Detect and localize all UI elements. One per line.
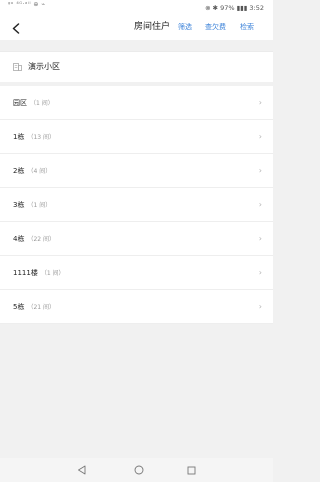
chevron-right-icon: › <box>258 268 262 277</box>
list-item[interactable]: 4栋 （22 间） › <box>0 222 273 256</box>
community-name: 演示小区 <box>28 62 60 71</box>
page-title: 房间住户 <box>134 22 171 32</box>
triangle-back-icon <box>77 465 85 475</box>
screen: ᵍᵒ ⁴ᴳ·ᵃⁱˡ ⊕ ⌁ ⊗ ✱ 97% ▮▮▮ 3:52 房间住户 筛选 查… <box>0 0 273 482</box>
nav-back-button[interactable] <box>74 463 88 477</box>
building-icon <box>13 63 22 71</box>
room-count: （21 间） <box>27 304 56 311</box>
building-name: 4栋 （22 间） <box>13 235 56 243</box>
room-count: （1 间） <box>40 270 65 277</box>
room-count: （1 间） <box>27 202 52 209</box>
building-name: 5栋 （21 间） <box>13 303 56 311</box>
community-header: 演示小区 <box>0 51 273 82</box>
chevron-right-icon: › <box>258 132 262 141</box>
nav-recents-button[interactable] <box>184 463 198 477</box>
arrears-button[interactable]: 查欠费 <box>205 22 226 32</box>
list-item[interactable]: 园区 （1 间） › <box>0 86 273 120</box>
header: 房间住户 筛选 查欠费 检索 <box>0 16 273 40</box>
circle-home-icon <box>134 465 144 475</box>
square-recents-icon <box>187 466 195 474</box>
list-item[interactable]: 5栋 （21 间） › <box>0 290 273 324</box>
building-name: 3栋 （1 间） <box>13 201 52 209</box>
filter-button[interactable]: 筛选 <box>178 22 192 32</box>
back-button[interactable] <box>6 16 26 40</box>
room-count: （1 间） <box>30 100 54 107</box>
nav-home-button[interactable] <box>132 463 146 477</box>
room-count: （13 间） <box>27 134 56 141</box>
building-list: 园区 （1 间） › 1栋 （13 间） › 2栋 （4 间） › 3栋 （1 间） ›… <box>0 86 273 324</box>
list-item[interactable]: 1栋 （13 间） › <box>0 120 273 154</box>
room-count: （22 间） <box>27 236 56 243</box>
chevron-right-icon: › <box>258 98 262 107</box>
room-count: （4 间） <box>27 168 52 175</box>
building-name: 2栋 （4 间） <box>13 167 52 175</box>
list-item[interactable]: 2栋 （4 间） › <box>0 154 273 188</box>
chevron-right-icon: › <box>258 234 262 243</box>
chevron-left-icon <box>12 22 20 34</box>
status-bar-battery-time: ⊗ ✱ 97% ▮▮▮ 3:52 <box>205 4 264 12</box>
building-name: 1栋 （13 间） <box>13 133 56 141</box>
chevron-right-icon: › <box>258 166 262 175</box>
chevron-right-icon: › <box>258 200 262 209</box>
building-name: 1111楼 （1 间） <box>13 269 65 277</box>
system-navigation-bar <box>0 458 273 482</box>
status-bar: ᵍᵒ ⁴ᴳ·ᵃⁱˡ ⊕ ⌁ ⊗ ✱ 97% ▮▮▮ 3:52 <box>0 0 273 16</box>
list-item[interactable]: 1111楼 （1 间） › <box>0 256 273 290</box>
list-item[interactable]: 3栋 （1 间） › <box>0 188 273 222</box>
search-button[interactable]: 检索 <box>240 22 254 32</box>
chevron-right-icon: › <box>258 302 262 311</box>
status-bar-signal: ᵍᵒ ⁴ᴳ·ᵃⁱˡ ⊕ ⌁ <box>8 1 46 8</box>
building-name: 园区 （1 间） <box>13 99 54 107</box>
